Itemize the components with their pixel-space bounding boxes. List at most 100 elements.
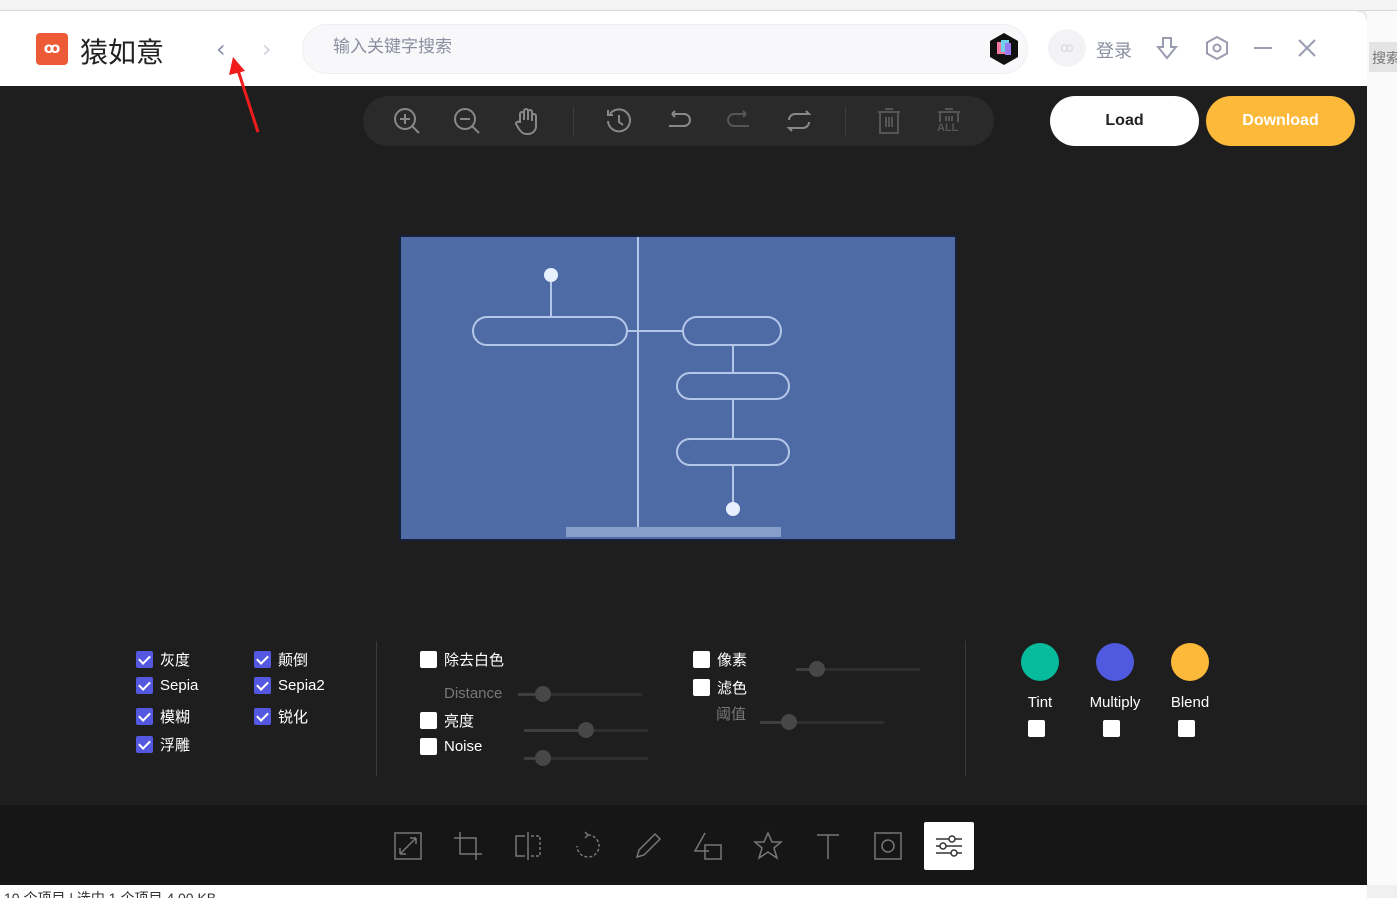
- undo-icon[interactable]: [664, 106, 694, 136]
- background-window: [1367, 11, 1397, 885]
- checkbox-label: 模糊: [160, 709, 191, 726]
- background-window-strip: [0, 0, 1397, 11]
- checkbox-label: 像素: [717, 652, 748, 669]
- blend-label: Blend: [1170, 694, 1210, 711]
- rotate-icon[interactable]: [571, 829, 605, 863]
- checkbox[interactable]: [136, 708, 153, 725]
- app-store-icon[interactable]: [987, 32, 1021, 66]
- crop-icon[interactable]: [451, 829, 485, 863]
- repeat-icon[interactable]: [784, 106, 814, 136]
- sharpen-checkbox[interactable]: 锐化: [254, 706, 308, 727]
- blend-color-swatch[interactable]: [1171, 643, 1209, 681]
- checkbox-label: 亮度: [444, 713, 475, 730]
- mask-icon[interactable]: [871, 829, 905, 863]
- invert-checkbox[interactable]: 颠倒: [254, 649, 308, 670]
- load-button[interactable]: Load: [1050, 96, 1199, 146]
- threshold-label: 阈值: [716, 706, 747, 723]
- distance-slider[interactable]: [518, 686, 642, 702]
- blend-checkbox[interactable]: [1178, 720, 1195, 737]
- checkbox[interactable]: [693, 651, 710, 668]
- bottom-toolbar: [0, 805, 1367, 885]
- pixelate-checkbox[interactable]: 像素: [693, 649, 747, 670]
- status-text: 10 个项目 | 选中 1 个项目 4.00 KB: [4, 890, 217, 898]
- avatar[interactable]: ꝏ: [1048, 29, 1086, 67]
- redo-icon[interactable]: [724, 106, 754, 136]
- grayscale-checkbox[interactable]: 灰度: [136, 649, 190, 670]
- checkbox-label: 除去白色: [444, 652, 505, 669]
- checkbox[interactable]: [420, 712, 437, 729]
- resize-icon[interactable]: [391, 829, 425, 863]
- minimize-icon[interactable]: [1250, 35, 1276, 61]
- background-status-bar: 10 个项目 | 选中 1 个项目 4.00 KB: [0, 885, 1367, 898]
- checkbox[interactable]: [254, 651, 271, 668]
- settings-icon[interactable]: [1204, 35, 1230, 61]
- checkbox[interactable]: [254, 677, 271, 694]
- checkbox[interactable]: [136, 736, 153, 753]
- emboss-checkbox[interactable]: 浮雕: [136, 734, 190, 755]
- brightness-checkbox[interactable]: 亮度: [420, 710, 474, 731]
- checkbox-label: Noise: [444, 738, 483, 755]
- toolbar-separator: [845, 106, 846, 136]
- noise-slider[interactable]: [524, 750, 648, 766]
- search-input[interactable]: [333, 37, 953, 57]
- distance-label: Distance: [444, 685, 503, 702]
- tint-checkbox[interactable]: [1028, 720, 1045, 737]
- remove-white-checkbox[interactable]: 除去白色: [420, 649, 504, 670]
- checkbox-label: Sepia: [160, 677, 199, 694]
- threshold-slider[interactable]: [760, 714, 884, 730]
- delete-icon[interactable]: [874, 106, 904, 136]
- delete-all-icon[interactable]: ALL: [934, 106, 964, 136]
- background-search: 搜索: [1369, 42, 1397, 72]
- tint-color-swatch[interactable]: [1021, 643, 1059, 681]
- checkbox[interactable]: [136, 651, 153, 668]
- checkbox-label: Sepia2: [278, 677, 325, 694]
- filter-panel: 灰度 颠倒 Sepia Sepia2 模糊 锐化 浮雕 除去白色 Distanc…: [0, 631, 1367, 781]
- checkbox-label: 锐化: [278, 709, 309, 726]
- text-icon[interactable]: [811, 829, 845, 863]
- divider: [376, 641, 377, 776]
- pixelate-slider[interactable]: [796, 661, 920, 677]
- download-icon[interactable]: [1154, 35, 1180, 61]
- checkbox-label: 浮雕: [160, 737, 191, 754]
- login-link[interactable]: 登录: [1096, 37, 1132, 63]
- checkbox-label: 灰度: [160, 652, 191, 669]
- shape-icon[interactable]: [691, 829, 725, 863]
- app-name: 猿如意: [80, 36, 165, 69]
- checkbox[interactable]: [693, 679, 710, 696]
- checkbox[interactable]: [254, 708, 271, 725]
- logo-icon: ꝏ: [36, 33, 68, 65]
- checkbox[interactable]: [420, 738, 437, 755]
- checkbox[interactable]: [420, 651, 437, 668]
- sliders-icon: [936, 835, 962, 857]
- edit-toolbar: ALL: [363, 96, 994, 146]
- divider: [965, 641, 966, 776]
- toolbar-separator: [573, 106, 574, 136]
- flip-icon[interactable]: [511, 829, 545, 863]
- download-button[interactable]: Download: [1206, 96, 1355, 146]
- pencil-icon[interactable]: [631, 829, 665, 863]
- close-icon[interactable]: [1294, 35, 1320, 61]
- star-icon[interactable]: [751, 829, 785, 863]
- multiply-label: Multiply: [1089, 694, 1141, 711]
- zoom-out-icon[interactable]: [452, 106, 482, 136]
- annotation-arrow-icon: [229, 57, 260, 133]
- brightness-slider[interactable]: [524, 722, 648, 738]
- filter-tool-button[interactable]: [924, 822, 974, 870]
- delete-all-label: ALL: [937, 122, 959, 134]
- edited-image[interactable]: [399, 235, 957, 541]
- checkbox[interactable]: [136, 677, 153, 694]
- sepia-checkbox[interactable]: Sepia: [136, 677, 198, 694]
- sepia2-checkbox[interactable]: Sepia2: [254, 677, 325, 694]
- color-filter-checkbox[interactable]: 滤色: [693, 677, 747, 698]
- app-window: ꝏ 猿如意 ‹ › ꝏ 登录 ALL Load Download: [0, 11, 1367, 885]
- header: ꝏ 猿如意 ‹ › ꝏ 登录: [0, 11, 1367, 86]
- tint-label: Tint: [1027, 694, 1053, 711]
- multiply-checkbox[interactable]: [1103, 720, 1120, 737]
- noise-checkbox[interactable]: Noise: [420, 738, 482, 755]
- checkbox-label: 颠倒: [278, 652, 309, 669]
- pan-hand-icon[interactable]: [512, 106, 542, 136]
- history-icon[interactable]: [604, 106, 634, 136]
- multiply-color-swatch[interactable]: [1096, 643, 1134, 681]
- blur-checkbox[interactable]: 模糊: [136, 706, 190, 727]
- zoom-in-icon[interactable]: [392, 106, 422, 136]
